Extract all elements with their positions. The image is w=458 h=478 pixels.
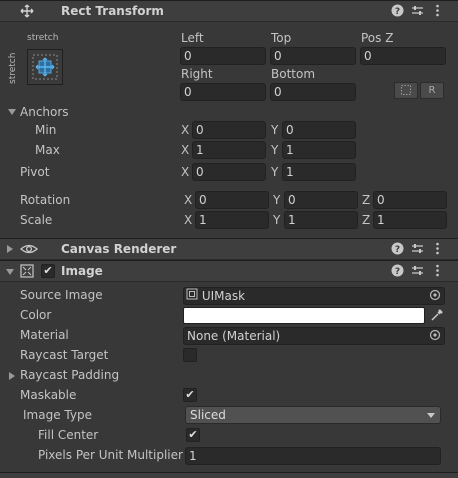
color-swatch[interactable] — [183, 307, 425, 324]
rotation-x-field[interactable]: 0 — [195, 191, 269, 209]
anchors-label[interactable]: Anchors — [20, 105, 69, 119]
rot-z-axis: Z — [362, 193, 371, 207]
raycast-padding-label[interactable]: Raycast Padding — [20, 368, 119, 382]
blueprint-dashed-icon — [401, 85, 411, 95]
canvas-renderer-header[interactable]: Canvas Renderer ? — [0, 238, 458, 260]
ppu-multiplier-label: Pixels Per Unit Multiplier — [38, 448, 183, 462]
scale-y-field[interactable]: 1 — [284, 211, 358, 229]
right-field[interactable]: 0 — [180, 83, 266, 101]
max-label: Max — [35, 143, 60, 157]
rect-transform-title: Rect Transform — [61, 4, 164, 18]
svg-text:?: ? — [394, 7, 399, 17]
left-field[interactable]: 0 — [180, 47, 266, 65]
canvas-renderer-title: Canvas Renderer — [61, 242, 177, 256]
image-type-dropdown[interactable]: Sliced — [185, 406, 441, 424]
fill-center-checkbox[interactable]: ✔ — [186, 428, 200, 442]
max-x-field[interactable]: 1 — [192, 141, 266, 159]
preset-sliders-icon[interactable] — [410, 242, 424, 256]
kebab-menu-icon[interactable] — [430, 264, 444, 278]
min-y-axis: Y — [271, 123, 279, 137]
min-x-field[interactable]: 0 — [192, 121, 266, 139]
sprite-icon — [186, 288, 198, 304]
fill-center-label: Fill Center — [38, 428, 99, 442]
raycast-target-checkbox[interactable] — [183, 348, 197, 362]
rect-transform-header[interactable]: Rect Transform ? — [0, 0, 458, 22]
eye-icon — [20, 242, 38, 256]
material-field[interactable]: None (Material) — [183, 327, 445, 345]
maskable-checkbox[interactable]: ✔ — [183, 388, 197, 402]
maskable-label: Maskable — [20, 388, 77, 402]
right-label: Right — [181, 67, 213, 81]
image-header[interactable]: ✔ Image ? — [0, 260, 458, 282]
posz-field[interactable]: 0 — [360, 47, 446, 65]
anchor-stretch-icon — [32, 54, 58, 80]
rot-y-axis: Y — [273, 193, 281, 207]
min-label: Min — [35, 123, 57, 137]
help-icon[interactable]: ? — [390, 4, 404, 18]
scale-z-axis: Z — [362, 213, 371, 227]
max-x-axis: X — [181, 143, 190, 157]
anchor-presets-button[interactable] — [27, 49, 63, 85]
source-image-field[interactable]: UIMask — [183, 287, 445, 305]
image-enabled-checkbox[interactable]: ✔ — [41, 264, 55, 278]
pivot-x-field[interactable]: 0 — [192, 163, 266, 181]
rotation-z-field[interactable]: 0 — [373, 191, 447, 209]
raycast-target-label: Raycast Target — [20, 348, 109, 362]
anchor-preset-side-label: stretch — [8, 52, 18, 84]
pivot-y-field[interactable]: 1 — [282, 163, 356, 181]
color-label: Color — [20, 308, 52, 322]
source-image-value: UIMask — [201, 289, 246, 303]
posz-label: Pos Z — [361, 31, 394, 45]
preset-sliders-icon[interactable] — [410, 264, 424, 278]
rot-x-axis: X — [184, 193, 193, 207]
ppu-multiplier-field[interactable]: 1 — [185, 447, 441, 465]
image-component-icon — [20, 264, 34, 278]
left-label: Left — [181, 31, 204, 45]
image-foldout-arrow[interactable] — [6, 269, 14, 275]
min-y-field[interactable]: 0 — [282, 121, 356, 139]
chevron-down-icon — [427, 413, 435, 418]
scale-label: Scale — [20, 213, 53, 227]
anchors-foldout-arrow[interactable] — [8, 109, 16, 115]
scale-x-field[interactable]: 1 — [195, 211, 269, 229]
scale-x-axis: X — [184, 213, 193, 227]
scale-z-field[interactable]: 1 — [373, 211, 447, 229]
image-type-label: Image Type — [23, 408, 92, 422]
image-title: Image — [61, 264, 103, 278]
svg-text:?: ? — [394, 245, 399, 255]
help-icon[interactable]: ? — [390, 264, 404, 278]
raw-edit-button[interactable]: R — [420, 82, 444, 99]
blueprint-mode-button[interactable] — [394, 82, 418, 99]
help-icon[interactable]: ? — [390, 242, 404, 256]
eyedropper-icon[interactable] — [430, 308, 444, 325]
max-y-field[interactable]: 1 — [282, 141, 356, 159]
material-label: Material — [20, 328, 69, 342]
canvas-renderer-foldout-arrow[interactable] — [7, 245, 13, 253]
bottom-field[interactable]: 0 — [270, 83, 356, 101]
preset-sliders-icon[interactable] — [410, 4, 424, 18]
object-picker-icon[interactable] — [429, 329, 441, 344]
object-picker-icon[interactable] — [429, 289, 441, 304]
image-type-value: Sliced — [190, 408, 226, 422]
move-arrows-icon — [20, 4, 34, 18]
max-y-axis: Y — [271, 143, 279, 157]
svg-text:?: ? — [394, 267, 399, 277]
pivot-x-axis: X — [181, 165, 190, 179]
rotation-y-field[interactable]: 0 — [284, 191, 358, 209]
kebab-menu-icon[interactable] — [430, 242, 444, 256]
bottom-label: Bottom — [271, 67, 316, 81]
anchor-preset-top-label: stretch — [27, 33, 59, 43]
scale-y-axis: Y — [273, 213, 281, 227]
pivot-y-axis: Y — [271, 165, 279, 179]
top-label: Top — [271, 31, 292, 45]
next-component-header[interactable] — [0, 472, 458, 478]
min-x-axis: X — [181, 123, 190, 137]
raycast-padding-foldout-arrow[interactable] — [9, 372, 15, 380]
top-field[interactable]: 0 — [270, 47, 356, 65]
rotation-label: Rotation — [20, 193, 71, 207]
kebab-menu-icon[interactable] — [430, 4, 444, 18]
pivot-label: Pivot — [20, 165, 50, 179]
source-image-label: Source Image — [20, 288, 103, 302]
